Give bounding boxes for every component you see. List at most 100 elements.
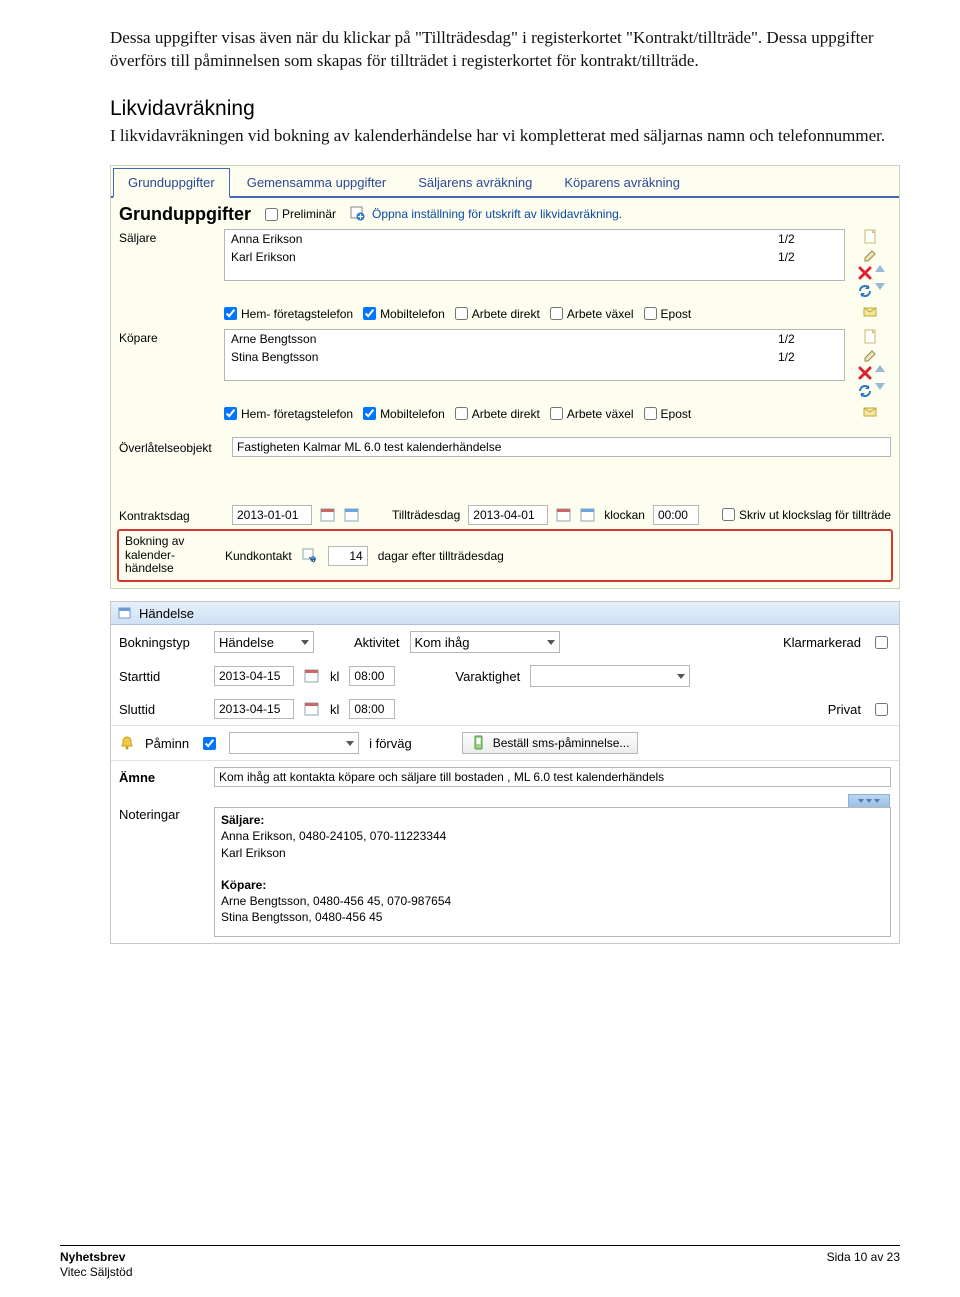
paminn-label: Påminn: [145, 736, 189, 751]
tab-koparens[interactable]: Köparens avräkning: [549, 168, 695, 196]
varaktighet-select[interactable]: [530, 665, 690, 687]
calendar-icon[interactable]: [304, 668, 320, 684]
skriv-ut-klockslag-checkbox[interactable]: Skriv ut klockslag för tillträde: [722, 508, 891, 522]
dagar-efter-label: dagar efter tillträdesdag: [378, 549, 504, 563]
send-icon[interactable]: [863, 303, 879, 319]
bell-icon: [119, 735, 135, 751]
list-item[interactable]: Karl Erikson1/2: [225, 248, 844, 266]
tab-saljarens[interactable]: Säljarens avräkning: [403, 168, 547, 196]
phone-hem-checkbox[interactable]: Hem- företagstelefon: [224, 407, 353, 421]
dagar-field[interactable]: [328, 546, 368, 566]
delete-icon[interactable]: [857, 365, 873, 381]
event-icon: [117, 605, 133, 621]
refresh-icon[interactable]: [857, 283, 873, 299]
list-item[interactable]: Stina Bengtsson1/2: [225, 348, 844, 366]
klockan-label: klockan: [604, 508, 645, 522]
move-up-icon[interactable]: [875, 265, 885, 272]
footer-subtitle: Vitec Säljstöd: [60, 1265, 133, 1279]
tab-gemensamma[interactable]: Gemensamma uppgifter: [232, 168, 401, 196]
move-down-icon[interactable]: [875, 383, 885, 390]
kl-label: kl: [330, 669, 339, 684]
calendar-icon[interactable]: [556, 507, 572, 523]
preliminar-checkbox[interactable]: Preliminär: [265, 207, 336, 221]
edit-icon[interactable]: [863, 247, 879, 263]
new-icon[interactable]: [863, 229, 879, 245]
phone-hem-checkbox[interactable]: Hem- företagstelefon: [224, 307, 353, 321]
privat-checkbox[interactable]: [875, 703, 888, 716]
list-item[interactable]: Arne Bengtsson1/2: [225, 330, 844, 348]
highlighted-bokning-region: Bokning av kalender-händelse Kundkontakt…: [117, 529, 893, 582]
today-icon[interactable]: [580, 507, 596, 523]
cursor-icon: [302, 548, 318, 564]
seller-list[interactable]: Anna Erikson1/2 Karl Erikson1/2: [224, 229, 845, 281]
buyer-list[interactable]: Arne Bengtsson1/2 Stina Bengtsson1/2: [224, 329, 845, 381]
bokningstyp-label: Bokningstyp: [119, 635, 204, 650]
send-icon[interactable]: [863, 403, 879, 419]
tab-bar: Grunduppgifter Gemensamma uppgifter Sälj…: [111, 166, 899, 198]
amne-label: Ämne: [119, 770, 204, 785]
phone-arbete-direkt-checkbox[interactable]: Arbete direkt: [455, 307, 540, 321]
bokning-label: Bokning av kalender-händelse: [125, 535, 215, 576]
noteringar-textarea[interactable]: Säljare: Anna Erikson, 0480-24105, 070-1…: [214, 807, 891, 937]
sms-reminder-button[interactable]: Beställ sms-påminnelse...: [462, 732, 639, 754]
paminn-checkbox[interactable]: [203, 737, 216, 750]
tilltradesdag-label: Tillträdesdag: [392, 508, 460, 522]
klarmarkerad-label: Klarmarkerad: [783, 635, 861, 650]
klockan-field[interactable]: [653, 505, 699, 525]
sluttid-label: Sluttid: [119, 702, 204, 717]
phone-arbete-vaxel-checkbox[interactable]: Arbete växel: [550, 307, 634, 321]
settings-icon[interactable]: [350, 206, 366, 222]
list-item[interactable]: Anna Erikson1/2: [225, 230, 844, 248]
phone-icon: [471, 735, 487, 751]
aktivitet-select[interactable]: Kom ihåg: [410, 631, 560, 653]
klarmarkerad-checkbox[interactable]: [875, 636, 888, 649]
new-icon[interactable]: [863, 329, 879, 345]
move-down-icon[interactable]: [875, 283, 885, 290]
page-number: Sida 10 av 23: [827, 1250, 900, 1279]
varaktighet-label: Varaktighet: [455, 669, 520, 684]
starttid-label: Starttid: [119, 669, 204, 684]
delete-icon[interactable]: [857, 265, 873, 281]
phone-arbete-vaxel-checkbox[interactable]: Arbete växel: [550, 407, 634, 421]
bokningstyp-select[interactable]: Händelse: [214, 631, 314, 653]
privat-label: Privat: [828, 702, 861, 717]
paminn-time-select[interactable]: [229, 732, 359, 754]
section-heading: Likvidavräkning: [110, 97, 900, 121]
refresh-icon[interactable]: [857, 383, 873, 399]
phone-mobil-checkbox[interactable]: Mobiltelefon: [363, 307, 445, 321]
noteringar-label: Noteringar: [119, 807, 204, 822]
intro-paragraph: Dessa uppgifter visas även när du klicka…: [110, 27, 900, 73]
edit-icon[interactable]: [863, 347, 879, 363]
tab-grunduppgifter[interactable]: Grunduppgifter: [113, 168, 230, 198]
today-icon[interactable]: [344, 507, 360, 523]
likvidavrakning-panel: Grunduppgifter Gemensamma uppgifter Sälj…: [110, 165, 900, 589]
kl-label: kl: [330, 702, 339, 717]
kundkontakt-label: Kundkontakt: [225, 549, 292, 563]
buyer-label: Köpare: [119, 329, 224, 345]
phone-epost-checkbox[interactable]: Epost: [644, 307, 692, 321]
phone-epost-checkbox[interactable]: Epost: [644, 407, 692, 421]
phone-mobil-checkbox[interactable]: Mobiltelefon: [363, 407, 445, 421]
kontraktsdag-field[interactable]: [232, 505, 312, 525]
starttid-date-field[interactable]: [214, 666, 294, 686]
move-up-icon[interactable]: [875, 365, 885, 372]
tilltradesdag-field[interactable]: [468, 505, 548, 525]
starttid-time-field[interactable]: [349, 666, 395, 686]
sluttid-date-field[interactable]: [214, 699, 294, 719]
section-paragraph: I likvidavräkningen vid bokning av kalen…: [110, 125, 900, 148]
amne-field[interactable]: [214, 767, 891, 787]
open-print-settings-link[interactable]: Öppna inställning för utskrift av likvid…: [372, 207, 622, 221]
phone-arbete-direkt-checkbox[interactable]: Arbete direkt: [455, 407, 540, 421]
aktivitet-label: Aktivitet: [354, 635, 400, 650]
panel-title: Grunduppgifter: [119, 204, 251, 225]
seller-label: Säljare: [119, 229, 224, 245]
expand-handle[interactable]: [848, 794, 890, 807]
calendar-icon[interactable]: [320, 507, 336, 523]
overlatelseobjekt-field[interactable]: [232, 437, 891, 457]
sluttid-time-field[interactable]: [349, 699, 395, 719]
calendar-icon[interactable]: [304, 701, 320, 717]
footer-title: Nyhetsbrev: [60, 1250, 125, 1264]
handelse-dialog: Händelse Bokningstyp Händelse Aktivitet …: [110, 601, 900, 944]
kontraktsdag-label: Kontraktsdag: [119, 507, 224, 523]
dialog-title: Händelse: [139, 606, 194, 621]
